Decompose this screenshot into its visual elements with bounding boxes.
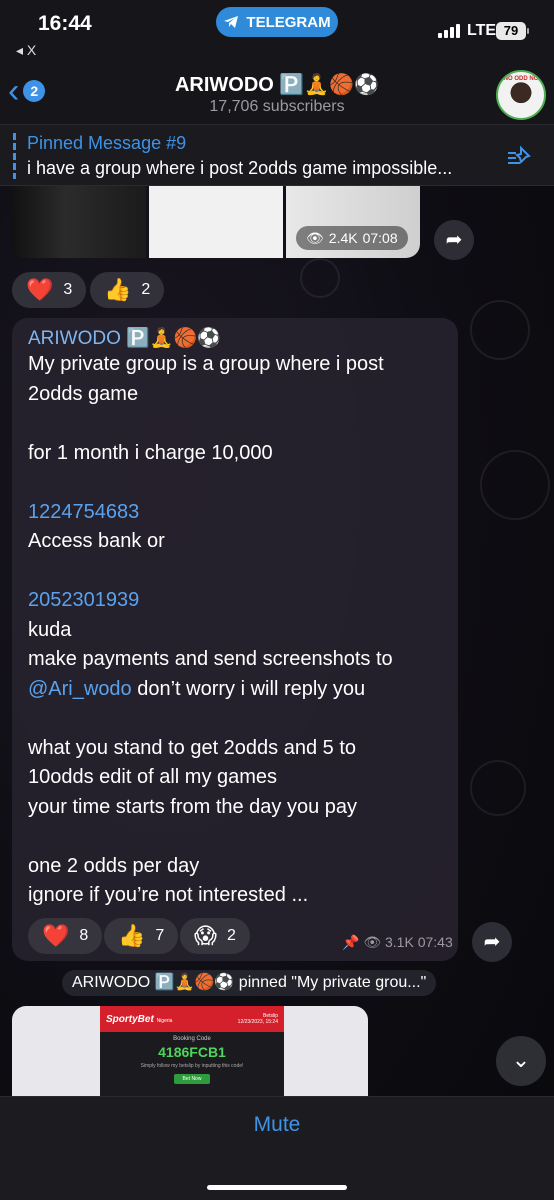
channel-title[interactable]: ARIWODO 🅿️🧘🏀⚽️	[0, 72, 554, 97]
media-meta: 👁 2.4K 07:08	[296, 226, 408, 250]
betslip-note: Simply follow my betslip by inputting th…	[140, 1063, 244, 1069]
reaction-heart[interactable]: ❤️ 8	[28, 918, 103, 954]
telegram-channel-screen: 16:44 TELEGRAM ◂ X LTE 79 ‹ 2 ARIWODO 🅿️…	[0, 0, 554, 1200]
scream-face-icon: 😱	[194, 923, 217, 948]
message-line	[28, 409, 448, 439]
reaction-thumbs-up[interactable]: 👍 7	[104, 918, 179, 954]
betslip-card: SportyBet Nigeria Betslip 12/23/2023, 15:…	[100, 1006, 284, 1102]
message-line: what you stand to get 2odds and 5 to	[28, 736, 357, 759]
telegram-icon	[224, 16, 239, 28]
background-doodle	[480, 450, 550, 520]
reaction-count: 8	[79, 927, 89, 944]
pin-icon: 📌	[342, 934, 360, 950]
home-indicator[interactable]	[207, 1185, 347, 1190]
clock: 16:44	[38, 12, 92, 35]
forward-arrow-icon: ➦	[445, 229, 463, 251]
betslip-country: Nigeria	[156, 1017, 173, 1024]
chat-header: ‹ 2 ARIWODO 🅿️🧘🏀⚽️ 17,706 subscribers NO…	[0, 62, 554, 124]
username-mention-link[interactable]: @Ari_wodo	[28, 678, 132, 700]
eye-icon: 👁	[306, 230, 324, 246]
back-to-app-link[interactable]: ◂ X	[16, 42, 36, 59]
share-button[interactable]: ➦	[434, 220, 474, 260]
account-number-link[interactable]: 2052301939	[28, 586, 448, 616]
message-line: ignore if you’re not interested ...	[28, 884, 309, 906]
message-line: My private group is a group where i post	[28, 353, 384, 375]
mute-button[interactable]: Mute	[0, 1113, 554, 1137]
channel-avatar[interactable]: NO ODD NO	[496, 70, 546, 120]
message-line	[28, 468, 448, 498]
media-views: 2.4K	[328, 230, 358, 246]
message-line: 2odds game	[28, 382, 139, 405]
pinned-preview: i have a group where i post 2odds game i…	[27, 158, 453, 178]
message-line: for 1 month i charge 10,000	[28, 441, 273, 464]
message-time: 07:43	[417, 934, 453, 950]
pinned-service-message[interactable]: ARIWODO 🅿️🧘🏀⚽️ pinned "My private grou..…	[62, 970, 437, 996]
eye-icon: 👁	[363, 934, 382, 950]
account-number-link[interactable]: 1224754683	[28, 498, 448, 528]
thumbs-up-icon: 👍	[118, 923, 146, 948]
message-line: one 2 odds per day	[28, 854, 200, 877]
booking-code-label: Booking Code	[173, 1036, 211, 1042]
reaction-heart[interactable]: ❤️ 3	[12, 272, 87, 308]
bet-now-button: Bet Now	[174, 1074, 210, 1084]
message-bubble[interactable]: ARIWODO 🅿️🧘🏀⚽️ My private group is a gro…	[12, 318, 458, 961]
pinned-message-bar[interactable]: Pinned Message #9 i have a group where i…	[0, 124, 554, 186]
message-line: kuda	[28, 618, 72, 641]
message-line: 10odds edit of all my games	[28, 766, 278, 788]
message-line	[28, 704, 448, 734]
pinned-indicator	[13, 133, 16, 179]
network-type: LTE	[467, 22, 497, 39]
status-bar: 16:44 TELEGRAM ◂ X LTE 79	[0, 0, 554, 62]
betslip-header: SportyBet Nigeria Betslip 12/23/2023, 15:…	[100, 1006, 284, 1032]
heart-icon: ❤️	[26, 277, 54, 302]
reaction-count: 2	[226, 927, 236, 944]
background-doodle	[300, 258, 340, 298]
message-line	[28, 557, 448, 587]
message-line: make payments and send screenshots to	[28, 648, 393, 670]
reaction-scream[interactable]: 😱 2	[180, 918, 250, 954]
pinned-title: Pinned Message #9	[27, 133, 187, 153]
scroll-to-bottom-button[interactable]: ⌄	[496, 1036, 546, 1086]
message-line-rest: don’t worry i will reply you	[131, 677, 366, 700]
heart-icon: ❤️	[42, 923, 70, 948]
media-thumbnail[interactable]	[12, 186, 146, 258]
reaction-count: 7	[155, 927, 165, 944]
message-line: your time starts from the day you pay	[28, 795, 358, 818]
media-thumbnail[interactable]	[149, 186, 283, 258]
bottom-bar: Mute	[0, 1096, 554, 1200]
sender-name[interactable]: ARIWODO 🅿️🧘🏀⚽️	[28, 326, 221, 350]
background-doodle	[470, 300, 530, 360]
thumbs-up-icon: 👍	[104, 277, 132, 302]
forward-arrow-icon: ➦	[483, 931, 501, 953]
signal-icon	[438, 24, 460, 38]
background-doodle	[470, 760, 526, 816]
reaction-thumbs-up[interactable]: 👍 2	[90, 272, 165, 308]
avatar-caption: NO ODD NO	[503, 76, 539, 82]
battery-icon: 79	[496, 22, 526, 40]
sportybet-logo: SportyBet Nigeria	[106, 1013, 173, 1025]
reaction-count: 3	[63, 281, 73, 298]
betslip-meta: Betslip 12/23/2023, 15:24	[237, 1013, 278, 1025]
share-button[interactable]: ➦	[472, 922, 512, 962]
reaction-count: 2	[141, 281, 151, 298]
message-line: Access bank or	[28, 530, 165, 552]
message-meta: 📌 👁 3.1K 07:43	[342, 934, 453, 951]
betslip-image[interactable]: SportyBet Nigeria Betslip 12/23/2023, 15:…	[12, 1006, 368, 1102]
message-views: 3.1K	[385, 934, 414, 950]
booking-code: 4186FCB1	[158, 1044, 226, 1060]
message-line: @Ari_wodo don’t worry i will reply you	[28, 675, 448, 705]
pin-list-icon[interactable]	[506, 145, 532, 173]
media-time: 07:08	[362, 230, 398, 246]
app-pill-label: TELEGRAM	[246, 13, 331, 31]
subscriber-count: 17,706 subscribers	[209, 98, 345, 115]
battery-tip	[527, 28, 529, 34]
message-text: My private group is a group where i post…	[28, 350, 448, 911]
message-line	[28, 822, 448, 852]
chevron-down-icon: ⌄	[511, 1047, 531, 1072]
telegram-app-pill[interactable]: TELEGRAM	[216, 7, 338, 37]
